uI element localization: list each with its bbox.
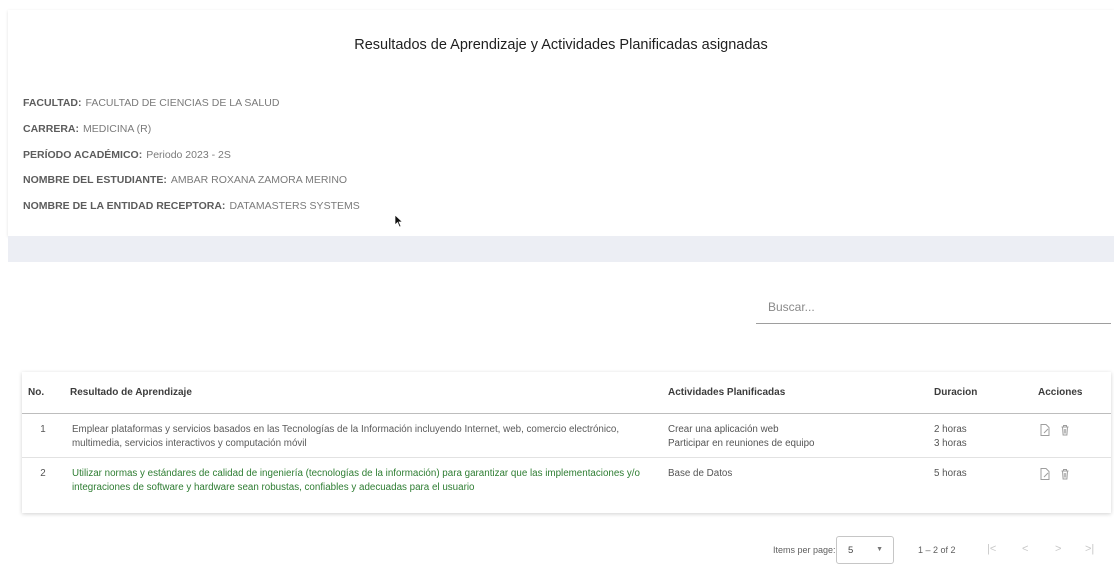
entity-value: DATAMASTERS SYSTEMS — [229, 200, 360, 212]
col-header-no[interactable]: No. — [22, 372, 64, 414]
mouse-cursor-icon — [394, 214, 404, 233]
faculty-row: FACULTAD: FACULTAD DE CIENCIAS DE LA SALU… — [23, 97, 279, 109]
page: Resultados de Aprendizaje y Actividades … — [0, 0, 1114, 578]
last-page-button[interactable]: >| — [1085, 543, 1094, 555]
results-table-card: No. Resultado de Aprendizaje Actividades… — [22, 372, 1111, 513]
period-row: PERÍODO ACADÉMICO: Periodo 2023 - 2S — [23, 149, 231, 161]
chevron-down-icon: ▼ — [876, 546, 883, 553]
search-input[interactable] — [766, 299, 1096, 315]
first-page-button[interactable]: |< — [987, 543, 996, 555]
cell-duracion: 2 horas 3 horas — [928, 413, 1032, 458]
paginator: Items per page: 5 ▼ 1 – 2 of 2 |< < > >| — [22, 530, 1111, 574]
cell-acciones — [1032, 457, 1111, 501]
cell-actividades: Base de Datos — [662, 457, 928, 501]
period-label: PERÍODO ACADÉMICO: — [23, 149, 143, 161]
cell-no: 1 — [22, 413, 64, 458]
previous-page-button[interactable]: < — [1022, 543, 1028, 555]
table-row: 2 Utilizar normas y estándares de calida… — [22, 457, 1111, 501]
student-row: NOMBRE DEL ESTUDIANTE: AMBAR ROXANA ZAMOR… — [23, 174, 347, 186]
results-table: No. Resultado de Aprendizaje Actividades… — [22, 372, 1111, 501]
duracion-item: 2 horas — [934, 423, 967, 435]
items-per-page-label: Items per page: — [773, 545, 836, 555]
actividad-item: Crear una aplicación web — [668, 423, 779, 435]
delete-icon[interactable] — [1058, 423, 1072, 437]
page-title: Resultados de Aprendizaje y Actividades … — [354, 37, 768, 53]
edit-icon[interactable] — [1038, 467, 1052, 481]
table-header-row: No. Resultado de Aprendizaje Actividades… — [22, 372, 1111, 414]
info-card: Resultados de Aprendizaje y Actividades … — [8, 10, 1114, 236]
career-value: MEDICINA (R) — [83, 123, 152, 135]
cell-actividades: Crear una aplicación web Participar en r… — [662, 413, 928, 458]
cell-duracion: 5 horas — [928, 457, 1032, 501]
student-value: AMBAR ROXANA ZAMORA MERINO — [170, 174, 348, 186]
col-header-acciones: Acciones — [1032, 372, 1111, 414]
edit-icon[interactable] — [1038, 423, 1052, 437]
period-value: Periodo 2023 - 2S — [146, 149, 231, 161]
duracion-item: 5 horas — [934, 467, 967, 479]
faculty-label: FACULTAD: — [23, 97, 82, 109]
student-label: NOMBRE DEL ESTUDIANTE: — [23, 174, 167, 186]
col-header-duracion[interactable]: Duracion — [928, 372, 1032, 414]
col-header-actividades[interactable]: Actividades Planificadas — [662, 372, 928, 414]
career-label: CARRERA: — [23, 123, 79, 135]
cell-no: 2 — [40, 467, 46, 479]
search-field[interactable] — [756, 290, 1111, 324]
cell-acciones — [1032, 413, 1111, 458]
section-divider-band — [8, 236, 1114, 262]
resultado-text: Utilizar normas y estándares de calidad … — [72, 467, 640, 493]
cell-resultado: Utilizar normas y estándares de calidad … — [64, 457, 662, 501]
duracion-item: 3 horas — [934, 437, 967, 449]
page-range-label: 1 – 2 of 2 — [918, 545, 956, 555]
table-row: 1 Emplear plataformas y servicios basado… — [22, 413, 1111, 458]
items-per-page-value: 5 — [848, 545, 854, 556]
faculty-value: FACULTAD DE CIENCIAS DE LA SALUD — [85, 97, 280, 109]
actividad-item: Base de Datos — [668, 467, 733, 479]
next-page-button[interactable]: > — [1055, 543, 1061, 555]
actividad-item: Participar en reuniones de equipo — [668, 437, 815, 449]
career-row: CARRERA: MEDICINA (R) — [23, 123, 151, 135]
items-per-page-select[interactable]: 5 ▼ — [836, 536, 894, 564]
resultado-text: Emplear plataformas y servicios basados … — [72, 423, 620, 449]
col-header-resultado[interactable]: Resultado de Aprendizaje — [64, 372, 662, 414]
entity-label: NOMBRE DE LA ENTIDAD RECEPTORA: — [23, 200, 226, 212]
entity-row: NOMBRE DE LA ENTIDAD RECEPTORA: DATAMASTE… — [23, 200, 360, 212]
delete-icon[interactable] — [1058, 467, 1072, 481]
cell-resultado: Emplear plataformas y servicios basados … — [64, 413, 662, 458]
